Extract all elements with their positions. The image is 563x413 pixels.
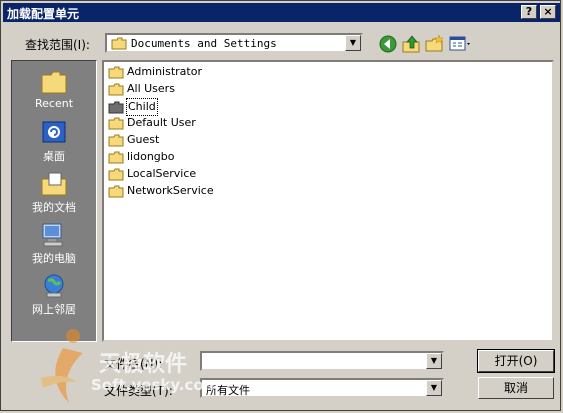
desktop-icon [42,121,66,143]
title-bar[interactable]: 加载配置单元 ? × [3,3,560,22]
file-name: NetworkService [127,184,214,197]
look-in-combo[interactable]: Documents and Settings ▼ [105,33,363,53]
folder-icon [108,101,124,113]
chevron-down-icon[interactable]: ▼ [345,35,361,51]
file-name: Child [126,98,158,116]
list-item[interactable]: LocalService [108,166,197,182]
view-menu-icon[interactable] [448,34,474,54]
filetype-select[interactable]: 所有文件 ▼ [200,378,444,398]
look-in-value: Documents and Settings [131,37,277,50]
open-button[interactable]: 打开(O) [477,349,555,373]
place-label: Recent [34,97,74,110]
place-desktop[interactable]: 桌面 [12,116,96,164]
chevron-down-icon[interactable]: ▼ [426,380,442,396]
place-my-computer[interactable]: 我的电脑 [12,218,96,266]
list-item[interactable]: Default User [108,115,197,131]
dialog-frame: 加载配置单元 ? × 查找范围(I): Documents and Settin… [0,0,561,411]
my-documents-icon [41,172,67,196]
folder-icon [108,66,124,78]
help-button[interactable]: ? [521,5,537,19]
watermark-logo-icon [41,329,83,403]
place-label: 桌面 [43,150,65,163]
list-item[interactable]: Guest [108,132,160,148]
close-button[interactable]: × [540,5,556,19]
folder-icon [108,134,124,146]
place-my-documents[interactable]: 我的文档 [12,167,96,215]
folder-icon [111,37,127,50]
folder-icon [108,117,124,129]
list-item[interactable]: NetworkService [108,183,215,199]
watermark-brand: 天极软件 [99,352,188,377]
list-item[interactable]: lidongbo [108,149,176,165]
my-computer-icon [42,223,63,247]
chevron-down-icon[interactable]: ▼ [426,353,442,369]
place-label: 网上邻居 [32,303,76,316]
look-in-label: 查找范围(I): [25,38,90,52]
folder-icon [108,185,124,197]
folder-icon [108,168,124,180]
places-bar: Recent 桌面 我的文档 我的电脑 网上邻居 [11,60,97,342]
file-name: All Users [127,82,175,95]
file-name: Default User [127,116,196,129]
file-name: LocalService [127,167,197,180]
back-icon[interactable] [378,34,398,54]
network-icon [44,274,64,298]
list-item-selected[interactable]: Child [108,98,158,116]
file-name: lidongbo [127,150,175,163]
up-folder-icon[interactable] [401,34,421,54]
watermark: 天极软件 Soft.yesky.com [41,326,219,411]
window-title: 加载配置单元 [7,7,80,21]
place-label: 我的文档 [32,201,76,214]
file-list[interactable]: Administrator All Users Child Default Us… [102,60,554,342]
recent-folder-icon [41,71,67,94]
filename-field[interactable]: ▼ [200,351,444,371]
file-name: Administrator [127,65,202,78]
new-folder-icon[interactable] [424,34,444,54]
list-item[interactable]: Administrator [108,64,203,80]
file-name: Guest [127,133,160,146]
place-recent[interactable]: Recent [12,65,96,113]
watermark-site: Soft.yesky.com [91,376,220,394]
place-label: 我的电脑 [32,252,76,265]
folder-icon [108,83,124,95]
list-item[interactable]: All Users [108,81,176,97]
place-network[interactable]: 网上邻居 [12,269,96,317]
cancel-button[interactable]: 取消 [478,377,554,399]
folder-icon [108,151,124,163]
